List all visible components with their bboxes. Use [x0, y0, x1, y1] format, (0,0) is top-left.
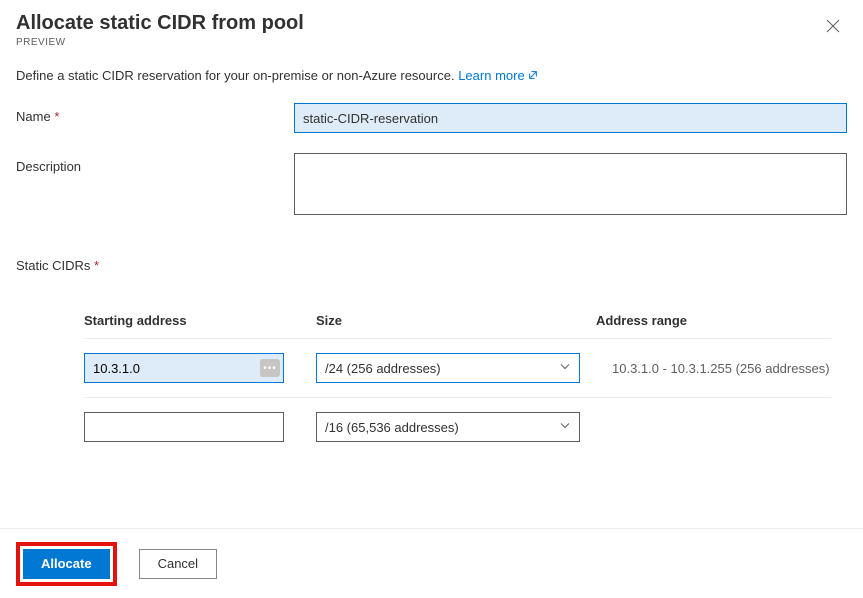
address-range-text: 10.3.1.0 - 10.3.1.255 (256 addresses) [596, 361, 830, 376]
col-header-size: Size [316, 313, 596, 328]
name-input[interactable] [294, 103, 847, 133]
close-button[interactable] [819, 12, 847, 40]
address-range-text [596, 420, 612, 435]
chevron-down-icon [559, 361, 571, 376]
more-icon[interactable]: ••• [260, 359, 280, 377]
description-label: Description [16, 153, 294, 174]
preview-tag: PREVIEW [16, 37, 304, 48]
size-select[interactable]: /16 (65,536 addresses) [316, 412, 580, 442]
learn-more-link[interactable]: Learn more [458, 68, 538, 83]
table-row: /16 (65,536 addresses) [84, 398, 831, 456]
starting-address-input[interactable] [84, 412, 284, 442]
page-title: Allocate static CIDR from pool [16, 12, 304, 35]
col-header-address-range: Address range [596, 313, 831, 328]
description-input[interactable] [294, 153, 847, 215]
starting-address-input[interactable] [84, 353, 284, 383]
cidr-grid: Starting address Size Address range ••• … [84, 313, 831, 456]
name-label: Name * [16, 103, 294, 124]
col-header-starting-address: Starting address [84, 313, 316, 328]
close-icon [826, 19, 840, 33]
static-cidrs-label: Static CIDRs * [16, 258, 847, 273]
external-link-icon [528, 71, 538, 83]
size-select[interactable]: /24 (256 addresses) [316, 353, 580, 383]
allocate-button[interactable]: Allocate [23, 549, 110, 579]
chevron-down-icon [559, 420, 571, 435]
cancel-button[interactable]: Cancel [139, 549, 217, 579]
allocate-highlight: Allocate [16, 542, 117, 586]
table-row: ••• /24 (256 addresses) 10.3.1.0 - 10.3.… [84, 339, 831, 398]
description-text: Define a static CIDR reservation for you… [16, 68, 847, 83]
